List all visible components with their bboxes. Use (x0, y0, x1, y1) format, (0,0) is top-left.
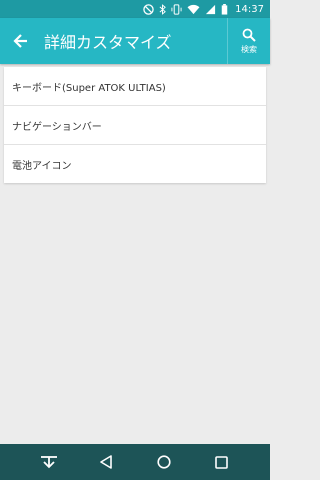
bluetooth-icon (159, 3, 167, 15)
search-label: 検索 (241, 44, 257, 54)
list-item-keyboard[interactable]: キーボード(Super ATOK ULTIAS) (4, 67, 266, 106)
list-item-navigation-bar[interactable]: ナビゲーションバー (4, 106, 266, 145)
search-icon (242, 28, 256, 42)
back-icon (100, 455, 113, 469)
battery-icon (221, 3, 228, 15)
wifi-icon (187, 4, 200, 14)
app-bar: 詳細カスタマイズ 検索 (0, 18, 270, 64)
list-item-label: キーボード(Super ATOK ULTIAS) (12, 82, 166, 94)
signal-icon (206, 4, 216, 14)
recents-icon (214, 455, 228, 469)
navigation-bar (0, 444, 270, 480)
back-button[interactable] (0, 18, 42, 64)
status-time: 14:37 (235, 3, 264, 15)
recents-button[interactable] (206, 447, 236, 477)
list-item-label: 電池アイコン (12, 160, 72, 172)
home-icon (157, 455, 171, 469)
home-button[interactable] (149, 447, 179, 477)
vibrate-icon (171, 3, 182, 15)
settings-list: キーボード(Super ATOK ULTIAS) ナビゲーションバー 電池アイコ… (4, 67, 266, 183)
list-item-battery-icon[interactable]: 電池アイコン (4, 145, 266, 183)
keyboard-hide-button[interactable] (34, 447, 64, 477)
list-item-label: ナビゲーションバー (12, 121, 102, 133)
search-button[interactable]: 検索 (227, 18, 270, 64)
do-not-disturb-icon (143, 3, 154, 15)
arrow-back-icon (13, 34, 27, 48)
status-bar: 14:37 (0, 0, 270, 18)
back-nav-button[interactable] (91, 447, 121, 477)
keyboard-hide-icon (40, 456, 57, 469)
page-title: 詳細カスタマイズ (44, 33, 172, 52)
